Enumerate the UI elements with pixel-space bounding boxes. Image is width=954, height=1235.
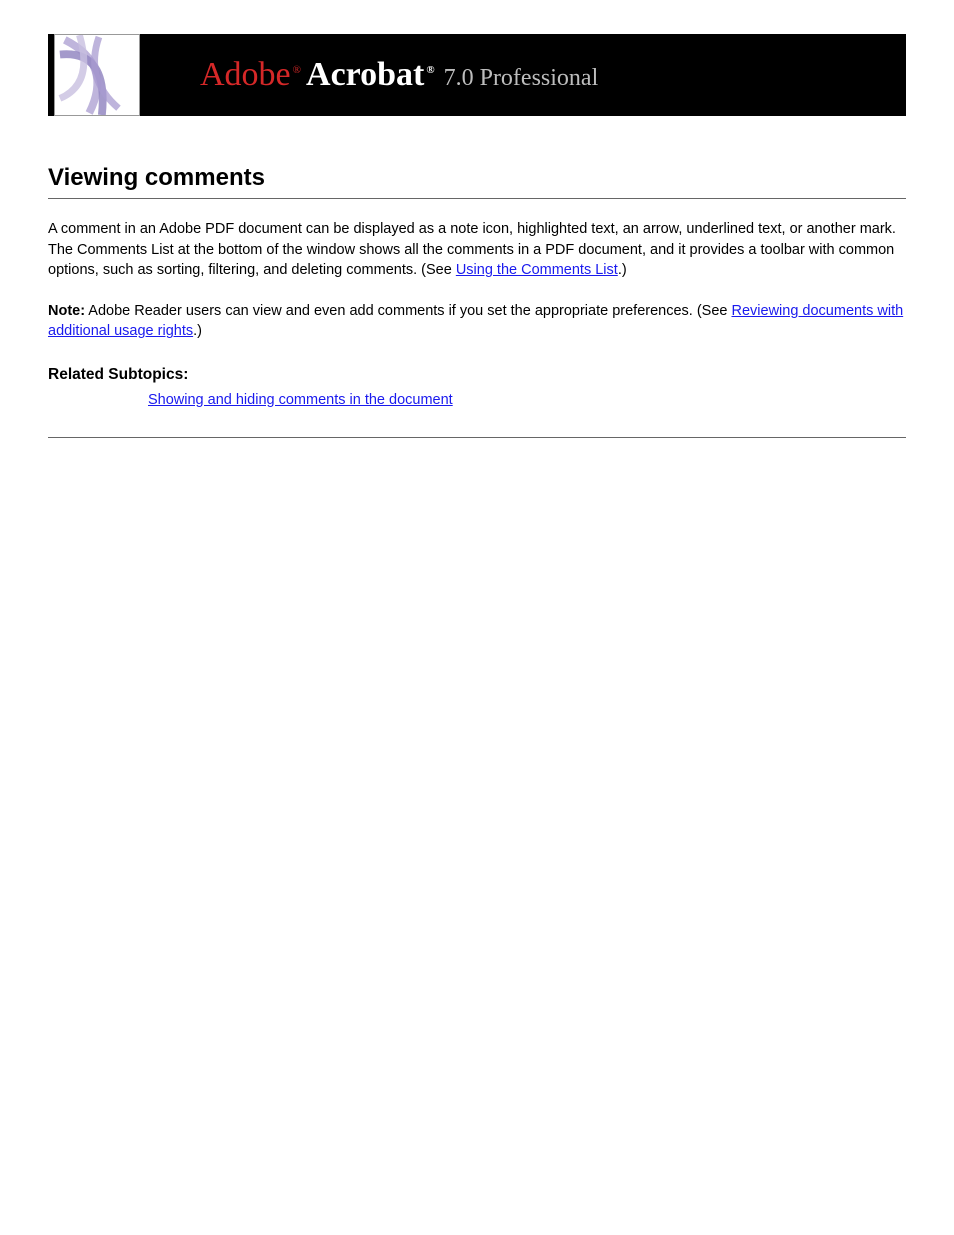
link-showing-hiding-comments[interactable]: Showing and hiding comments in the docum… — [148, 392, 453, 408]
main-section: Viewing comments A comment in an Adobe P… — [48, 164, 906, 438]
page-title: Viewing comments — [48, 164, 906, 199]
note-paragraph: Note: Adobe Reader users can view and ev… — [48, 301, 906, 342]
related-link-row: Showing and hiding comments in the docum… — [48, 390, 906, 411]
para-text-1-end: .) — [618, 262, 627, 278]
note-text-before: Adobe Reader users can view and even add… — [85, 303, 731, 319]
related-subtopics-heading: Related Subtopics: — [48, 366, 906, 384]
note-text-after: .) — [193, 323, 202, 339]
acrobat-logo-icon — [54, 34, 140, 116]
adobe-brand: Adobe® — [200, 56, 301, 94]
note-label: Note: — [48, 303, 85, 319]
acrobat-product-name: Acrobat® — [306, 56, 435, 94]
main-paragraph: A comment in an Adobe PDF document can b… — [48, 219, 906, 281]
product-version: 7.0 Professional — [444, 65, 599, 92]
link-using-comments-list[interactable]: Using the Comments List — [456, 262, 618, 278]
product-banner: Adobe® Acrobat® 7.0 Professional — [48, 34, 906, 116]
section-divider — [48, 437, 906, 438]
banner-title: Adobe® Acrobat® 7.0 Professional — [200, 56, 598, 94]
